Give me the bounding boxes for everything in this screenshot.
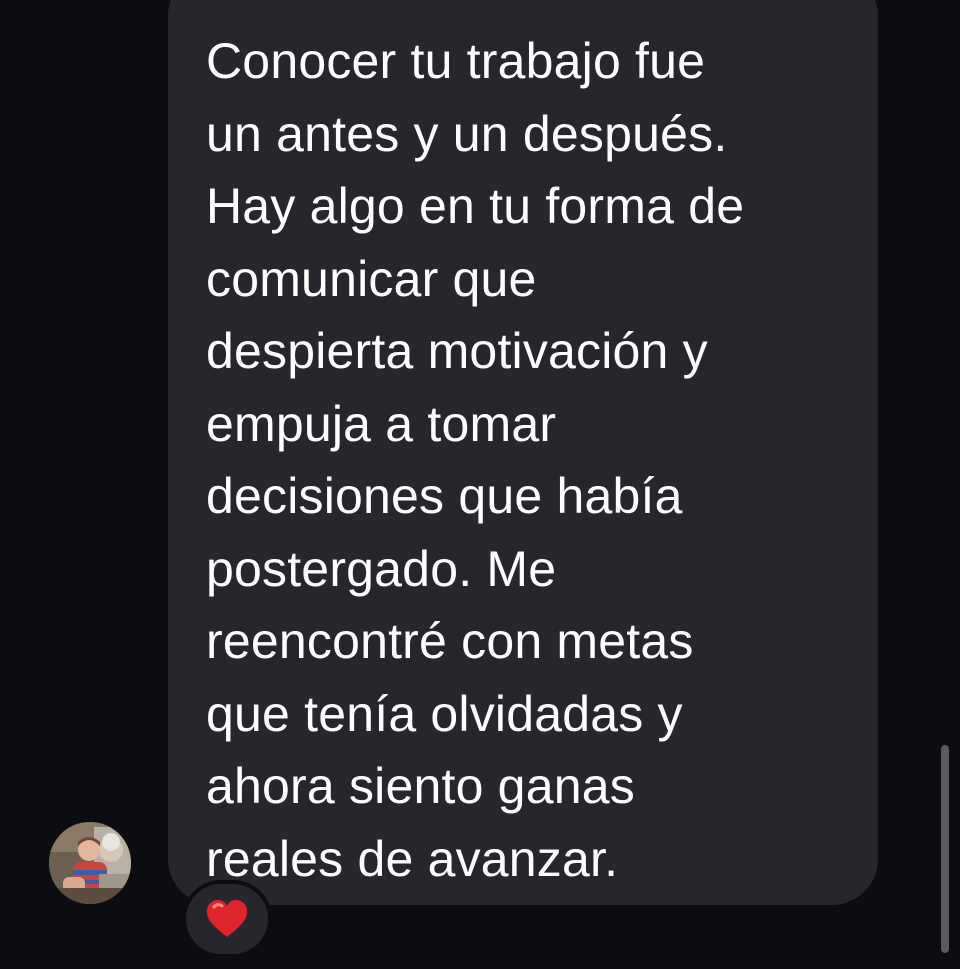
sender-avatar[interactable]	[49, 822, 131, 904]
message-text: Conocer tu trabajo fue un antes y un des…	[206, 33, 745, 887]
scrollbar-thumb[interactable]	[941, 745, 949, 953]
red-heart-icon	[206, 900, 248, 937]
chat-screen: Conocer tu trabajo fue un antes y un des…	[0, 0, 960, 969]
message-bubble[interactable]: Conocer tu trabajo fue un antes y un des…	[168, 0, 878, 905]
reaction-badge[interactable]	[182, 880, 272, 958]
avatar-photo-icon	[49, 822, 131, 904]
